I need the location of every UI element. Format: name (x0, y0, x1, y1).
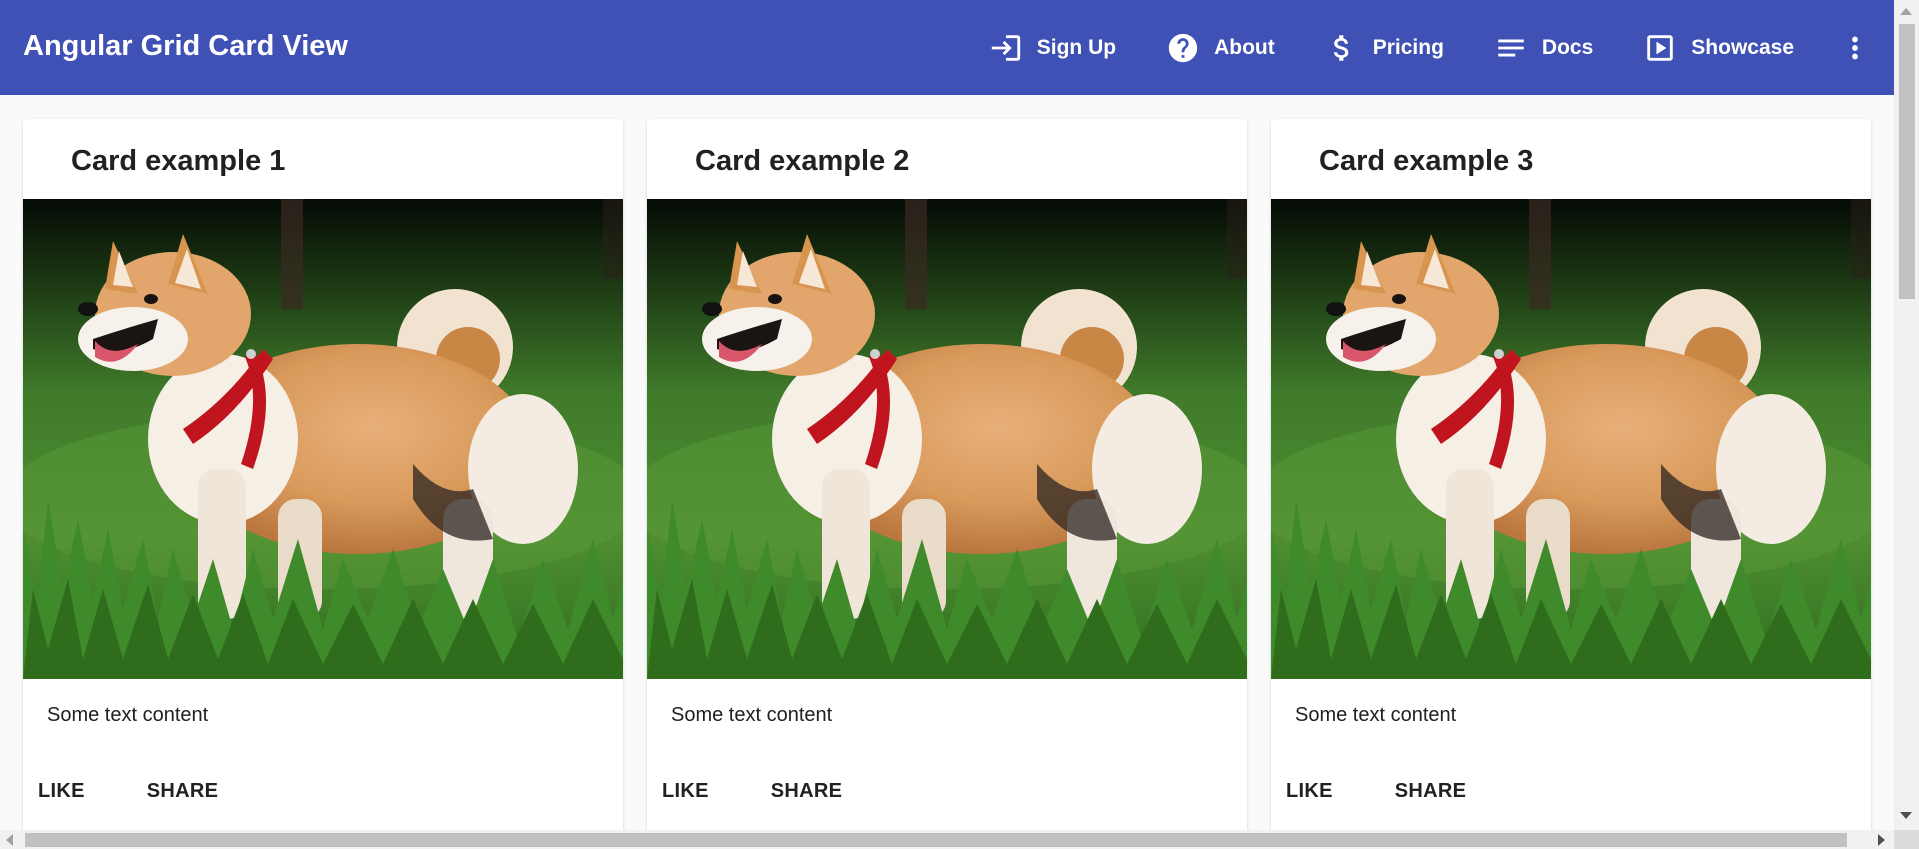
like-button[interactable]: LIKE (23, 769, 100, 813)
horizontal-scroll-thumb[interactable] (25, 833, 1847, 847)
nav-docs-label: Docs (1541, 35, 1594, 59)
login-icon (989, 31, 1023, 65)
nav-showcase-label: Showcase (1691, 35, 1794, 59)
card-content: Some text content (1295, 704, 1457, 726)
card-content: Some text content (47, 704, 209, 726)
like-button[interactable]: LIKE (647, 769, 724, 813)
help-icon (1166, 31, 1200, 65)
dollar-icon (1325, 31, 1359, 65)
nav-about-button[interactable]: About (1166, 31, 1275, 65)
card-title: Card example 3 (1319, 145, 1534, 177)
scrollbar-corner (1894, 830, 1919, 849)
nav-pricing-button[interactable]: Pricing (1325, 31, 1444, 65)
scroll-down-icon[interactable] (1900, 812, 1912, 819)
card-1: Card example 1 Some text content LIKE SH… (23, 119, 623, 839)
nav-about-label: About (1214, 35, 1275, 59)
top-toolbar: Angular Grid Card View Sign Up About Pri… (0, 0, 1894, 95)
card-actions: LIKE SHARE (647, 759, 857, 823)
nav-sign-up-label: Sign Up (1036, 35, 1117, 59)
more-menu-button[interactable] (1838, 31, 1872, 65)
nav-showcase-button[interactable]: Showcase (1643, 31, 1794, 65)
card-title: Card example 2 (695, 145, 910, 177)
card-actions: LIKE SHARE (23, 759, 233, 823)
vertical-scroll-thumb[interactable] (1899, 24, 1915, 299)
nav-pricing-label: Pricing (1372, 35, 1444, 59)
like-button[interactable]: LIKE (1271, 769, 1348, 813)
card-3: Card example 3 Some text content LIKE SH… (1271, 119, 1871, 839)
toolbar-nav: Sign Up About Pricing Docs Showcase (939, 0, 1872, 95)
scroll-left-icon[interactable] (6, 834, 13, 846)
card-image (23, 199, 623, 679)
share-button[interactable]: SHARE (1380, 769, 1482, 813)
nav-docs-button[interactable]: Docs (1494, 31, 1593, 65)
play-box-icon (1643, 31, 1677, 65)
nav-sign-up-button[interactable]: Sign Up (989, 31, 1116, 65)
notes-icon (1494, 31, 1528, 65)
card-image (647, 199, 1247, 679)
share-button[interactable]: SHARE (756, 769, 858, 813)
share-button[interactable]: SHARE (132, 769, 234, 813)
vertical-scrollbar[interactable] (1894, 0, 1919, 830)
card-content: Some text content (671, 704, 833, 726)
card-actions: LIKE SHARE (1271, 759, 1481, 823)
more-vert-icon (1838, 31, 1872, 65)
scroll-right-icon[interactable] (1878, 834, 1885, 846)
card-image (1271, 199, 1871, 679)
scroll-up-icon[interactable] (1900, 8, 1912, 15)
card-2: Card example 2 Some text content LIKE SH… (647, 119, 1247, 839)
card-title: Card example 1 (71, 145, 286, 177)
horizontal-scrollbar[interactable] (0, 830, 1894, 849)
app-title: Angular Grid Card View (23, 30, 348, 62)
